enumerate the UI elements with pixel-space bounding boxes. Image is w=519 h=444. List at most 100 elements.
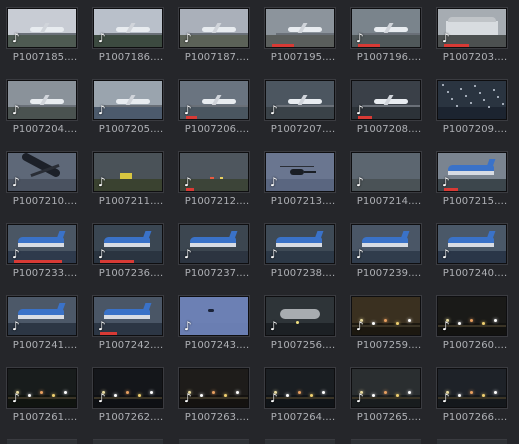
clip-tile[interactable]: ♪ P1007263.... — [174, 368, 260, 440]
clip-tile[interactable]: ♪ P1007214.... — [346, 152, 432, 224]
clip-tile[interactable]: ♪ P1007211.... — [88, 152, 174, 224]
music-note-icon: ♪ — [356, 175, 364, 189]
music-note-icon: ♪ — [270, 319, 278, 333]
clip-tile[interactable]: ♪ P1007204.... — [2, 80, 88, 152]
clip-thumbnail[interactable]: ♪ — [179, 368, 249, 408]
clip-thumbnail[interactable]: ♪ — [265, 296, 335, 336]
music-note-icon: ♪ — [270, 175, 278, 189]
clip-thumbnail[interactable]: ♪ — [437, 8, 507, 48]
clip-tile[interactable]: ♪ P1007186.... — [88, 8, 174, 80]
clip-usage-bar — [444, 44, 469, 47]
clip-thumbnail[interactable]: ♪ — [93, 80, 163, 120]
clip-tile[interactable]: ♪ P1007185.... — [2, 8, 88, 80]
clip-thumbnail[interactable]: ♪ — [7, 296, 77, 336]
clip-tile[interactable]: ♪ P1007261.... — [2, 368, 88, 440]
music-note-icon: ♪ — [184, 31, 192, 45]
clip-tile[interactable]: ♪ P1007243.... — [174, 296, 260, 368]
clip-tile[interactable]: ♪ P1007239.... — [346, 224, 432, 296]
clip-usage-bar — [14, 260, 62, 263]
clip-tile[interactable]: ♪ P1007242.... — [88, 296, 174, 368]
clip-name: P1007261.... — [12, 412, 78, 423]
clip-tile[interactable]: ♪ P1007213.... — [260, 152, 346, 224]
clip-tile[interactable]: ♪ P1007212.... — [174, 152, 260, 224]
clip-thumbnail[interactable]: ♪ — [93, 8, 163, 48]
clip-thumbnail[interactable]: ♪ — [7, 368, 77, 408]
clip-tile[interactable]: ♪ P1007210.... — [2, 152, 88, 224]
clip-tile[interactable]: ♪ P1007236.... — [88, 224, 174, 296]
clip-thumbnail[interactable]: ♪ — [179, 224, 249, 264]
music-note-icon: ♪ — [98, 391, 106, 405]
clip-thumbnail[interactable]: ♪ — [351, 8, 421, 48]
clip-tile[interactable]: ♪ P1007259.... — [346, 296, 432, 368]
clip-tile[interactable]: P1007209.... — [432, 80, 518, 152]
clip-thumbnail[interactable]: ♪ — [437, 368, 507, 408]
clip-thumbnail[interactable] — [265, 8, 335, 48]
clip-thumbnail[interactable]: ♪ — [437, 152, 507, 192]
clip-tile[interactable]: ♪ P1007187.... — [174, 8, 260, 80]
clip-thumbnail[interactable]: ♪ — [437, 224, 507, 264]
music-note-icon: ♪ — [12, 319, 20, 333]
clip-tile[interactable]: ♪ P1007233.... — [2, 224, 88, 296]
clip-thumbnail[interactable]: ♪ — [351, 296, 421, 336]
clip-thumbnail[interactable]: ♪ — [179, 8, 249, 48]
clip-tile[interactable]: P1007195.... — [260, 8, 346, 80]
clip-tile[interactable]: ♪ P1007260.... — [432, 296, 518, 368]
clip-tile[interactable]: ♪ P1007241.... — [2, 296, 88, 368]
clip-thumbnail[interactable]: ♪ — [179, 296, 249, 336]
clip-tile[interactable]: ♪ P1007238.... — [260, 224, 346, 296]
clip-name: P1007187.... — [184, 52, 250, 63]
clip-tile[interactable]: ♪ P1007203.... — [432, 8, 518, 80]
clip-thumbnail[interactable]: ♪ — [179, 80, 249, 120]
clip-name: P1007243.... — [184, 340, 250, 351]
clip-usage-bar — [186, 188, 194, 191]
clip-tile[interactable]: ♪ P1007265.... — [346, 368, 432, 440]
clip-tile[interactable]: ♪ P1007215.... — [432, 152, 518, 224]
clip-thumbnail[interactable]: ♪ — [351, 152, 421, 192]
music-note-icon: ♪ — [98, 319, 106, 333]
clip-name: P1007204.... — [12, 124, 78, 135]
clip-thumbnail[interactable] — [437, 439, 507, 444]
clip-tile[interactable]: ♪ P1007237.... — [174, 224, 260, 296]
music-note-icon: ♪ — [12, 175, 20, 189]
clip-thumbnail[interactable] — [93, 439, 163, 444]
clip-tile[interactable]: ♪ P1007240.... — [432, 224, 518, 296]
clip-thumbnail[interactable]: ♪ — [351, 80, 421, 120]
clip-thumbnail[interactable]: ♪ — [265, 152, 335, 192]
clip-tile[interactable]: ♪ P1007207.... — [260, 80, 346, 152]
music-note-icon: ♪ — [442, 175, 450, 189]
clip-tile[interactable]: ♪ P1007196.... — [346, 8, 432, 80]
clip-thumbnail[interactable]: ♪ — [93, 224, 163, 264]
clip-thumbnail[interactable]: ♪ — [351, 224, 421, 264]
clip-thumbnail[interactable]: ♪ — [265, 224, 335, 264]
clip-tile[interactable]: ♪ P1007262.... — [88, 368, 174, 440]
clip-tile[interactable]: ♪ P1007205.... — [88, 80, 174, 152]
clip-thumbnail[interactable] — [437, 80, 507, 120]
clip-thumbnail[interactable] — [179, 439, 249, 444]
clip-thumbnail[interactable]: ♪ — [93, 368, 163, 408]
clip-name: P1007236.... — [98, 268, 164, 279]
clip-tile[interactable]: ♪ P1007264.... — [260, 368, 346, 440]
clip-thumbnail[interactable] — [351, 439, 421, 444]
clip-tile[interactable]: ♪ P1007206.... — [174, 80, 260, 152]
clip-thumbnail[interactable]: ♪ — [7, 152, 77, 192]
clip-thumbnail[interactable]: ♪ — [7, 8, 77, 48]
clip-thumbnail[interactable]: ♪ — [93, 152, 163, 192]
music-note-icon: ♪ — [442, 391, 450, 405]
clip-thumbnail[interactable]: ♪ — [351, 368, 421, 408]
clip-thumbnail[interactable] — [7, 439, 77, 444]
clip-thumbnail[interactable]: ♪ — [265, 80, 335, 120]
music-note-icon: ♪ — [356, 31, 364, 45]
clip-thumbnail[interactable]: ♪ — [265, 368, 335, 408]
clip-thumbnail[interactable] — [265, 439, 335, 444]
clip-name: P1007262.... — [98, 412, 164, 423]
clip-thumbnail[interactable]: ♪ — [93, 296, 163, 336]
clip-thumbnail[interactable]: ♪ — [7, 80, 77, 120]
clip-tile[interactable]: ♪ P1007266.... — [432, 368, 518, 440]
clip-thumbnail[interactable]: ♪ — [179, 152, 249, 192]
clip-tile[interactable]: ♪ P1007208.... — [346, 80, 432, 152]
music-note-icon: ♪ — [98, 103, 106, 117]
clip-thumbnail[interactable]: ♪ — [437, 296, 507, 336]
clip-tile[interactable]: ♪ P1007256.... — [260, 296, 346, 368]
clip-usage-bar — [186, 116, 197, 119]
clip-thumbnail[interactable]: ♪ — [7, 224, 77, 264]
